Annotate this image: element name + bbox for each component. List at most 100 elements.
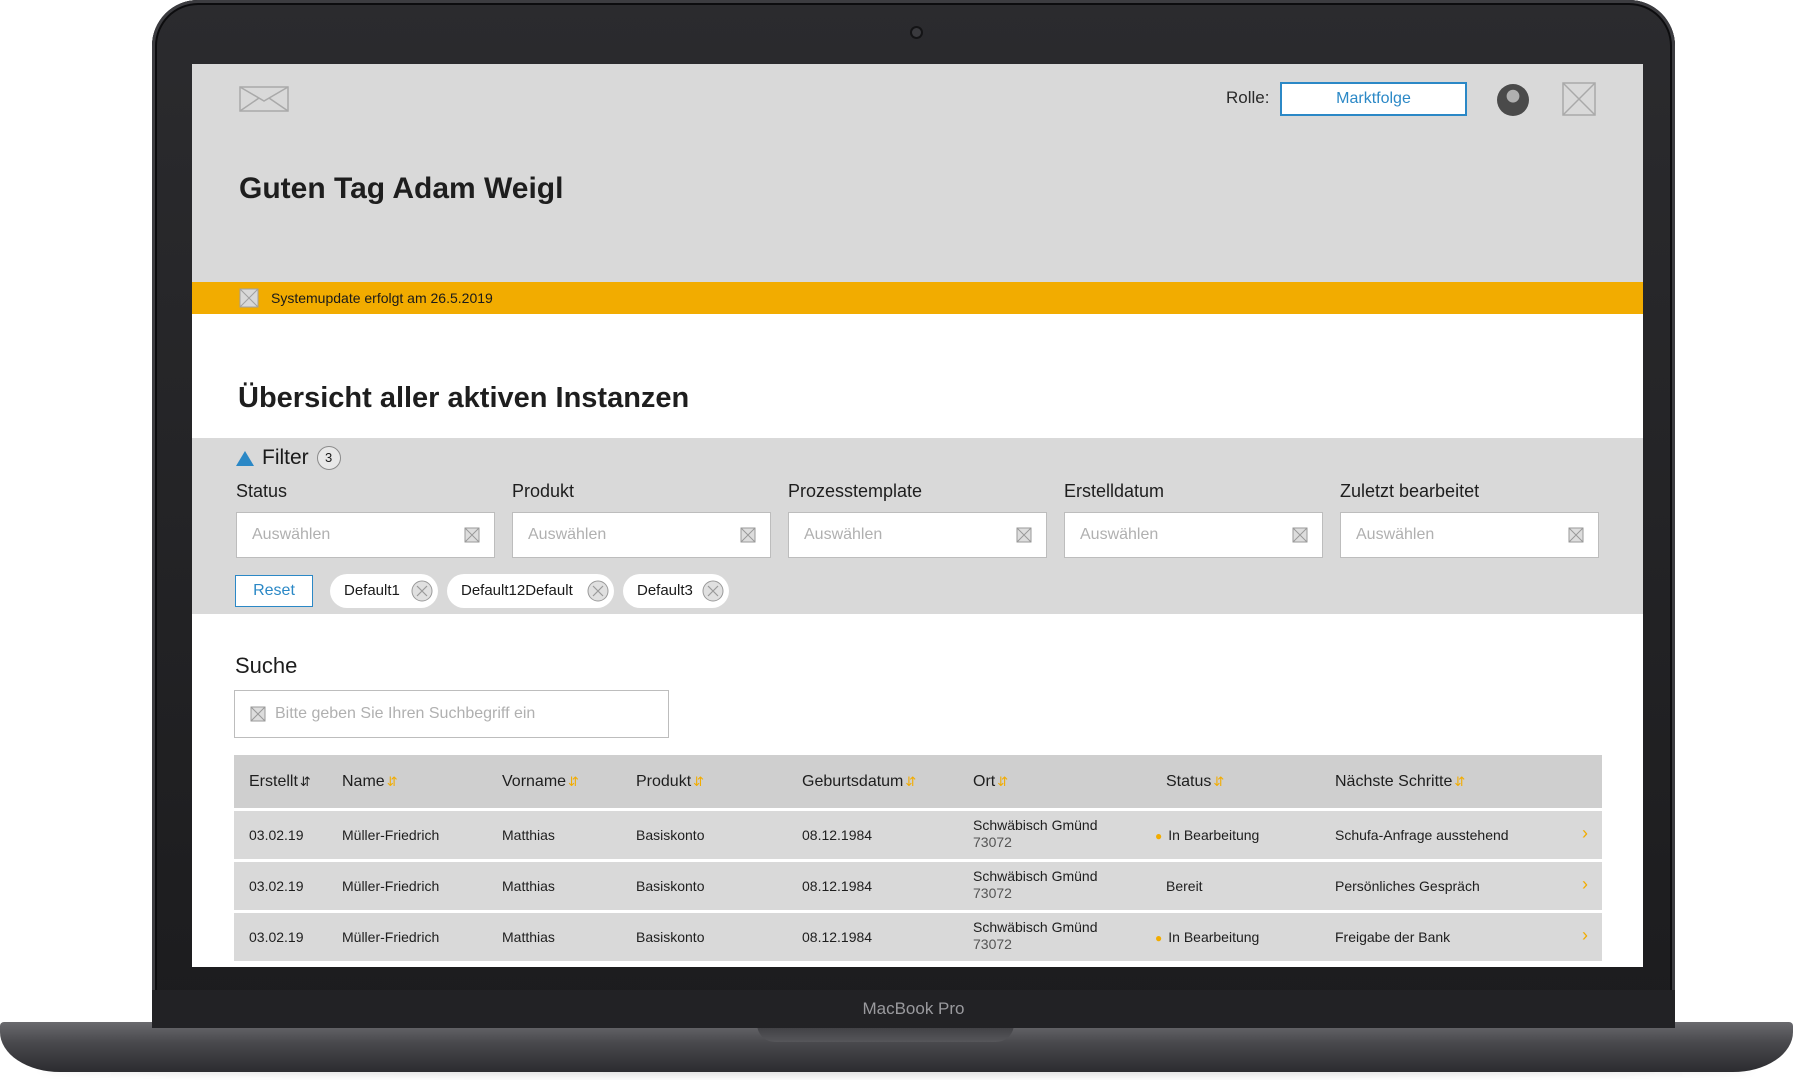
sort-arrows-icon: ⇵ <box>693 774 705 789</box>
search-placeholder: Bitte geben Sie Ihren Suchbegriff ein <box>275 705 536 722</box>
cell-ort: Schwäbisch Gmünd 73072 <box>973 817 1098 850</box>
filter-count-badge: 3 <box>316 446 341 470</box>
clear-icon <box>250 706 266 722</box>
header: Rolle: Marktfolge Guten Tag Adam Weigl <box>192 64 1643 282</box>
cell-name: Müller-Friedrich <box>342 827 440 843</box>
cell-erstellt: 03.02.19 <box>249 929 304 945</box>
filter-label: Prozesstemplate <box>788 481 923 501</box>
status-indicator-icon: ● <box>1155 931 1163 945</box>
reset-button[interactable]: Reset <box>235 575 313 607</box>
chevron-right-icon[interactable]: › <box>1582 823 1588 844</box>
column-header-status[interactable]: Status ⇵ <box>1166 773 1224 791</box>
cell-naechste-schritte: Freigabe der Bank <box>1335 929 1451 945</box>
cell-produkt: Basiskonto <box>636 827 705 843</box>
column-header-geburtsdatum[interactable]: Geburtsdatum ⇵ <box>802 773 916 791</box>
clear-icon[interactable] <box>410 579 434 603</box>
cell-naechste-schritte: Schufa-Anfrage ausstehend <box>1335 827 1509 843</box>
column-header-naechste-schritte[interactable]: Nächste Schritte ⇵ <box>1335 773 1465 791</box>
filter-label: Status <box>236 481 288 501</box>
filter-prozesstemplate: Prozesstemplate Auswählen <box>788 481 1047 558</box>
cell-plz: 73072 <box>973 885 1012 901</box>
notice-text: Systemupdate erfolgt am 26.5.2019 <box>271 290 493 306</box>
filter-label: Zuletzt bearbeitet <box>1340 481 1480 501</box>
chevron-right-icon[interactable]: › <box>1582 925 1588 946</box>
column-header-vorname[interactable]: Vorname ⇵ <box>502 773 579 791</box>
erstelldatum-select[interactable]: Auswählen <box>1064 512 1323 558</box>
overview-title: Übersicht aller aktiven Instanzen <box>238 382 690 414</box>
cell-name: Müller-Friedrich <box>342 878 440 894</box>
sort-arrows-icon: ⇵ <box>299 774 311 789</box>
cell-ort: Schwäbisch Gmünd 73072 <box>973 919 1098 952</box>
clear-icon[interactable] <box>1568 527 1584 543</box>
filter-panel: Filter 3 Status Auswählen Produkt Auswäh… <box>192 438 1643 614</box>
cell-plz: 73072 <box>973 936 1012 952</box>
cell-name: Müller-Friedrich <box>342 929 440 945</box>
chevron-right-icon[interactable]: › <box>1582 874 1588 895</box>
cell-geburtsdatum: 08.12.1984 <box>802 878 873 894</box>
dismiss-icon[interactable] <box>239 288 259 308</box>
produkt-select[interactable]: Auswählen <box>512 512 771 558</box>
cell-erstellt: 03.02.19 <box>249 827 304 843</box>
camera <box>912 28 921 37</box>
clear-icon[interactable] <box>464 527 480 543</box>
cell-vorname: Matthias <box>502 929 555 945</box>
select-placeholder: Auswählen <box>252 526 331 543</box>
table-row[interactable]: 03.02.19 Müller-Friedrich Matthias Basis… <box>234 913 1602 961</box>
greeting: Guten Tag Adam Weigl <box>239 172 564 205</box>
close-placeholder-icon[interactable] <box>1562 82 1596 116</box>
select-placeholder: Auswählen <box>804 526 883 543</box>
cell-produkt: Basiskonto <box>636 929 705 945</box>
zuletzt-bearbeitet-select[interactable]: Auswählen <box>1340 512 1599 558</box>
filter-produkt: Produkt Auswählen <box>512 481 771 558</box>
role-label: Rolle: <box>1226 88 1270 107</box>
filter-chip: Default1 <box>330 574 438 608</box>
cell-status: ● In Bearbeitung <box>1155 827 1260 843</box>
column-header-erstellt[interactable]: Erstellt ⇵ <box>249 773 311 791</box>
search-input[interactable]: Bitte geben Sie Ihren Suchbegriff ein <box>234 690 669 738</box>
cell-vorname: Matthias <box>502 827 555 843</box>
filter-toggle[interactable]: Filter 3 <box>236 446 341 470</box>
prozesstemplate-select[interactable]: Auswählen <box>788 512 1047 558</box>
avatar[interactable] <box>1497 84 1529 116</box>
instances-table: Erstellt ⇵ Name ⇵ Vorname ⇵ Produkt ⇵ Geburt… <box>234 755 1602 964</box>
clear-icon[interactable] <box>740 527 756 543</box>
clear-icon[interactable] <box>586 579 610 603</box>
filter-chip: Default12Default <box>447 574 614 608</box>
device-label: MacBook Pro <box>152 990 1675 1028</box>
triangle-up-icon <box>236 450 254 466</box>
clear-icon[interactable] <box>1292 527 1308 543</box>
sort-arrows-icon: ⇵ <box>1454 774 1466 789</box>
status-select[interactable]: Auswählen <box>236 512 495 558</box>
table-row[interactable]: 03.02.19 Müller-Friedrich Matthias Basis… <box>234 862 1602 910</box>
filter-label: Erstelldatum <box>1064 481 1165 501</box>
filter-zuletzt-bearbeitet: Zuletzt bearbeitet Auswählen <box>1340 481 1599 558</box>
column-header-name[interactable]: Name ⇵ <box>342 773 398 791</box>
cell-naechste-schritte: Persönliches Gespräch <box>1335 878 1480 894</box>
filter-erstelldatum: Erstelldatum Auswählen <box>1064 481 1323 558</box>
table-row[interactable]: 03.02.19 Müller-Friedrich Matthias Basis… <box>234 811 1602 859</box>
cell-vorname: Matthias <box>502 878 555 894</box>
system-notice: Systemupdate erfolgt am 26.5.2019 <box>192 282 1643 314</box>
sort-arrows-icon: ⇵ <box>386 774 398 789</box>
select-placeholder: Auswählen <box>528 526 607 543</box>
column-header-produkt[interactable]: Produkt ⇵ <box>636 773 704 791</box>
cell-ort: Schwäbisch Gmünd 73072 <box>973 868 1098 901</box>
column-header-ort[interactable]: Ort ⇵ <box>973 773 1008 791</box>
clear-icon[interactable] <box>1016 527 1032 543</box>
filter-label: Produkt <box>512 481 575 501</box>
cell-status: Bereit <box>1166 878 1203 894</box>
role-select[interactable]: Marktfolge <box>1280 82 1467 116</box>
search-label: Suche <box>235 653 298 678</box>
sort-arrows-icon: ⇵ <box>905 774 917 789</box>
cell-geburtsdatum: 08.12.1984 <box>802 827 873 843</box>
filter-chip: Default3 <box>623 574 729 608</box>
sort-arrows-icon: ⇵ <box>1213 774 1225 789</box>
clear-icon[interactable] <box>701 579 725 603</box>
sort-arrows-icon: ⇵ <box>568 774 579 789</box>
app-screen: Rolle: Marktfolge Guten Tag Adam Weigl S… <box>192 64 1643 967</box>
mail-placeholder-icon[interactable] <box>239 86 289 112</box>
status-indicator-icon: ● <box>1155 829 1163 843</box>
cell-produkt: Basiskonto <box>636 878 705 894</box>
chip-label: Default3 <box>637 582 693 599</box>
cell-status: ● In Bearbeitung <box>1155 929 1260 945</box>
